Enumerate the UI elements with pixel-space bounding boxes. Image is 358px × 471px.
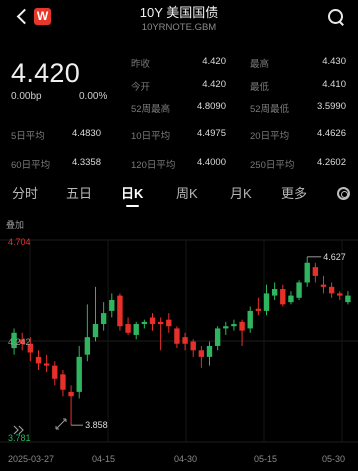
stat-value-ma10: 4.4975 [196, 128, 226, 139]
stat-value-ma120: 4.4000 [196, 157, 226, 168]
tab-daily-k[interactable]: 日K [121, 183, 143, 202]
candle-body [190, 341, 196, 351]
active-tab-indicator [126, 205, 139, 207]
expand-icon [55, 418, 67, 430]
x-axis-label-1: 04-15 [92, 454, 115, 464]
stat-value-open: 4.420 [202, 79, 226, 90]
change-bp: 0.00bp [11, 91, 42, 102]
stat-label-ma10: 10日平均 [131, 131, 171, 142]
candle-body [43, 363, 50, 366]
candle-body [76, 356, 82, 392]
stat-label-ma120: 120日平均 [131, 160, 176, 171]
tab-five-day[interactable]: 五日 [66, 183, 92, 202]
candle-body [247, 310, 253, 329]
candle-body [100, 313, 107, 325]
candle-body [84, 337, 91, 355]
tab-monthly-k[interactable]: 月K [230, 183, 252, 202]
candle-body [166, 319, 172, 327]
stat-value-52w-low: 3.5990 [316, 101, 346, 112]
candle-body [231, 324, 237, 327]
candle-body [198, 350, 205, 357]
candle-body [296, 282, 302, 298]
last-price: 4.420 [11, 58, 81, 88]
candle-body [320, 284, 327, 287]
y-max-label: 4.704 [8, 237, 31, 247]
stat-label-high: 最高 [250, 59, 270, 70]
candle-body [141, 321, 148, 325]
top-bar: W 10Y 美国国债 10YRNOTE.GBM [0, 0, 358, 40]
gear-icon[interactable] [337, 187, 350, 200]
low-marker-label: 3.858 [85, 420, 108, 430]
y-mid-label: 4.242 [8, 337, 31, 347]
candle-body [337, 293, 343, 296]
x-axis-label-2: 04-30 [174, 454, 197, 464]
kline-chart[interactable]: 4.704 4.242 3.781 4.627 3.858 2025-03-27 04-15… [0, 230, 358, 471]
search-icon[interactable] [326, 7, 346, 27]
stat-label-ma250: 250日平均 [250, 160, 295, 171]
candle-body [280, 289, 286, 305]
stat-value-low: 4.410 [322, 79, 346, 90]
stat-label-52w-high: 52周最高 [131, 104, 171, 115]
ticker-code: 10YRNOTE.GBM [141, 22, 217, 33]
candle-body [206, 345, 213, 357]
candle-body [239, 321, 245, 331]
candle-body [149, 317, 156, 325]
candle-body [92, 324, 99, 338]
candle-body [60, 374, 66, 390]
candle-body [312, 267, 319, 276]
candle-body [182, 337, 188, 344]
candle-body [271, 289, 278, 296]
x-axis-label-4: 05-30 [322, 454, 345, 464]
candle-body [263, 293, 270, 311]
stat-label-prev-close: 昨收 [131, 59, 151, 70]
candle-body [214, 328, 221, 346]
high-marker-label: 4.627 [323, 252, 346, 262]
candle-body [255, 308, 262, 311]
candle-body [174, 328, 180, 344]
stat-value-high: 4.430 [322, 56, 346, 67]
candle-body [223, 326, 229, 329]
candle-body [133, 324, 139, 335]
x-axis-label-3: 05-15 [254, 454, 277, 464]
candle-body [35, 356, 42, 364]
tab-weekly-k[interactable]: 周K [176, 183, 198, 202]
change-percent: 0.00% [79, 91, 108, 102]
stat-value-ma20: 4.4626 [316, 128, 346, 139]
page-title: 10Y 美国国债 [139, 5, 219, 20]
tab-intraday[interactable]: 分时 [12, 183, 38, 202]
stat-label-open: 今开 [131, 82, 151, 93]
candle-body [109, 299, 115, 311]
candle-body [328, 286, 335, 294]
candle-body [304, 262, 310, 283]
stat-label-low: 最低 [250, 82, 270, 93]
candle-body [157, 321, 164, 325]
x-axis-label-0: 2025-03-27 [8, 454, 54, 464]
stat-label-ma5: 5日平均 [11, 131, 45, 142]
stat-value-52w-high: 4.8090 [196, 101, 226, 112]
candle-body [288, 295, 294, 303]
stat-value-prev-close: 4.420 [202, 56, 226, 67]
stat-value-ma250: 4.2602 [316, 157, 346, 168]
stat-value-ma5: 4.4830 [71, 128, 101, 139]
stat-label-ma60: 60日平均 [11, 160, 51, 171]
period-tabs: 分时 五日 日K 周K 月K 更多 [0, 183, 358, 207]
stat-label-52w-low: 52周最低 [250, 104, 290, 115]
stat-label-ma20: 20日平均 [250, 131, 290, 142]
stat-value-ma60: 4.3358 [71, 157, 101, 168]
candle-body [345, 295, 351, 303]
candle-body [125, 324, 131, 333]
y-min-label: 3.781 [8, 433, 31, 443]
candle-body [52, 365, 58, 379]
candle-body [68, 391, 74, 397]
tab-more[interactable]: 更多 [281, 183, 307, 202]
candle-body [117, 295, 123, 327]
